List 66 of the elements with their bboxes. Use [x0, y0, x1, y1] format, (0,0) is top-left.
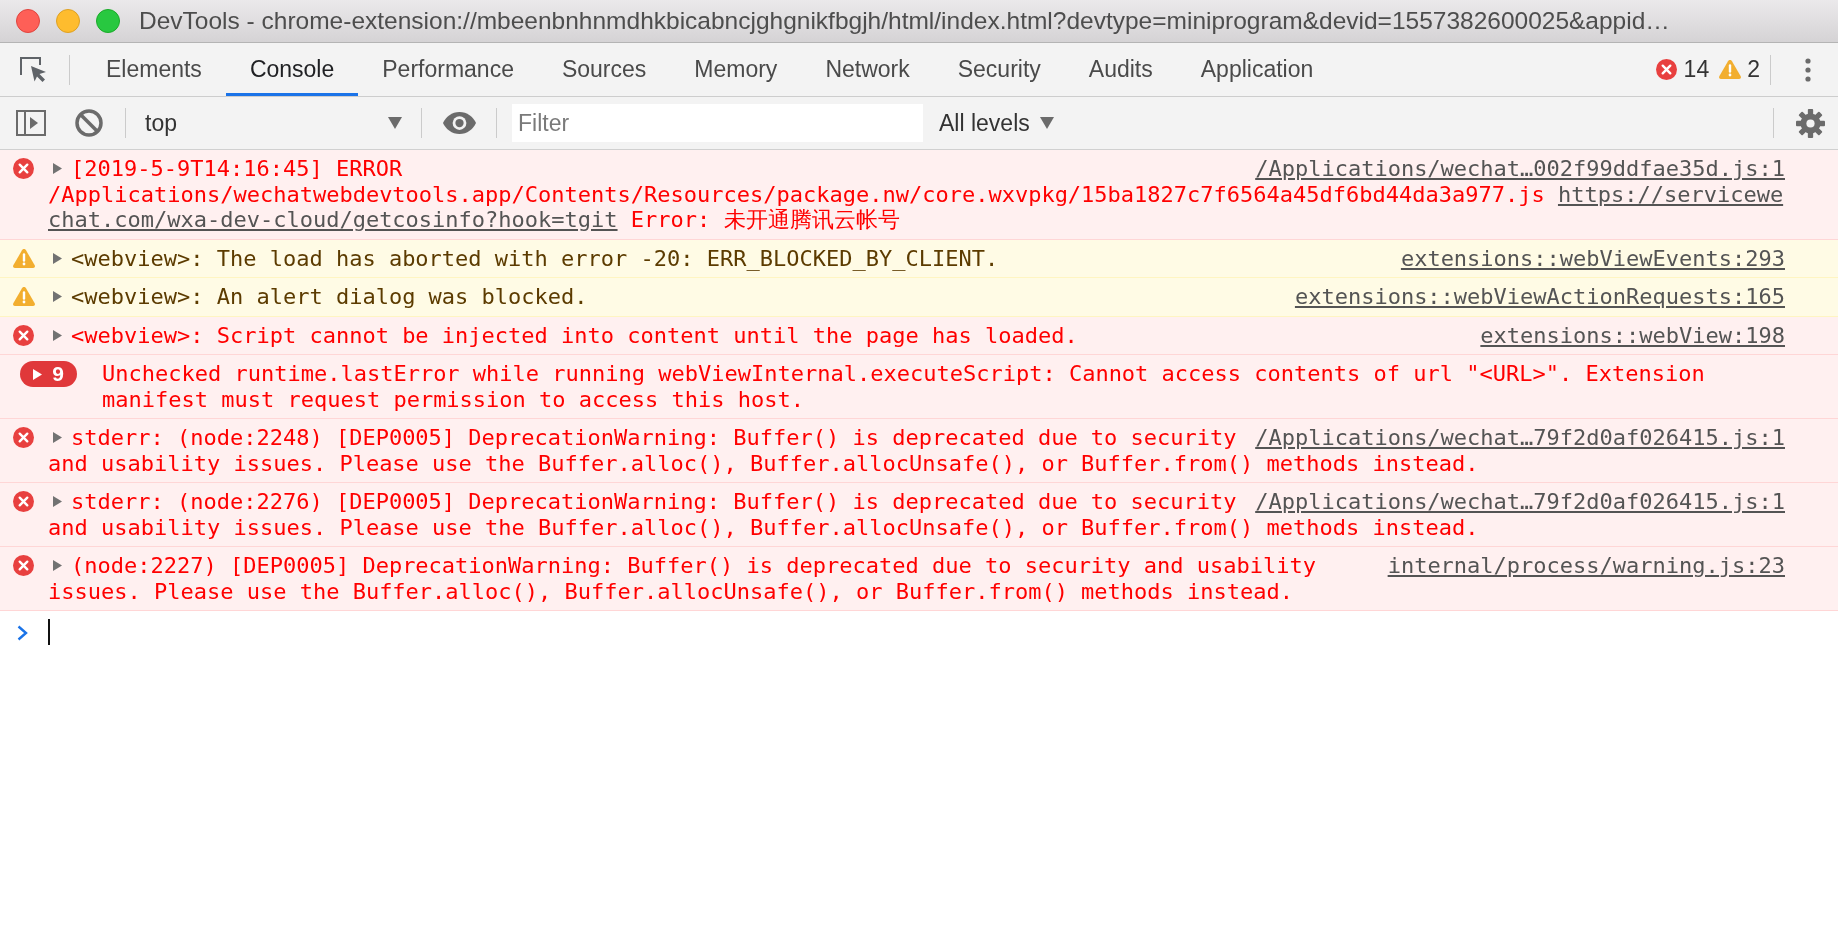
- message-text: <webview>: An alert dialog was blocked.: [71, 284, 588, 310]
- repeat-count: 9: [52, 361, 64, 387]
- message-text: and usability issues. Please use the Buffer.alloc(), Buffer.allocUnsafe(), or Buffer.from() methods instead.: [48, 514, 1479, 540]
- source-link[interactable]: extensions::webViewEvents:293: [1396, 245, 1785, 271]
- panel-tab[interactable]: Security: [933, 43, 1065, 96]
- error-icon: [1655, 59, 1677, 80]
- message-text: and usability issues. Please use the Buffer.alloc(), Buffer.allocUnsafe(), or Buffer.from() methods instead.: [48, 450, 1479, 476]
- expand-triangle-icon[interactable]: [53, 252, 62, 264]
- message-text: (node:2227) [DEP0005] DeprecationWarning: Buffer() is deprecated due to security and usability: [71, 553, 1317, 579]
- error-icon: [13, 555, 34, 576]
- warning-icon: [13, 248, 35, 268]
- expand-triangle-icon[interactable]: [53, 496, 62, 508]
- source-link[interactable]: /Applications/wechat…79f2d0af026415.js:1: [1251, 489, 1785, 515]
- expand-triangle-icon[interactable]: [53, 329, 62, 341]
- source-link[interactable]: /Applications/wechat…79f2d0af026415.js:1: [1251, 425, 1785, 451]
- more-options-icon[interactable]: [1805, 57, 1811, 82]
- source-link[interactable]: /Applications/wechat…002f99ddfae35d.js:1: [1251, 156, 1785, 182]
- caret-icon: [1039, 117, 1054, 129]
- panel-tab[interactable]: Network: [801, 43, 934, 96]
- message-text: chat.com/wxa-dev-cloud/getcosinfo?hook=tgit Error: 未开通腾讯云帐号: [48, 207, 900, 233]
- expand-triangle-icon[interactable]: [53, 432, 62, 444]
- inspect-element-icon[interactable]: [20, 57, 47, 82]
- message-link[interactable]: https://servicewe: [1557, 181, 1784, 207]
- message-text: /Applications/wechatwebdevtools.app/Contents/Resources/package.nw/core.wxvpkg/15ba1827c7f6564a45df6bd44da3a977.js https://servicewe: [48, 181, 1784, 207]
- expand-triangle-icon[interactable]: [53, 291, 62, 303]
- error-icon: [13, 491, 34, 512]
- clear-console-icon[interactable]: [75, 109, 103, 137]
- log-levels-dropdown[interactable]: All levels: [933, 103, 1060, 143]
- panel-tab[interactable]: Elements: [82, 43, 226, 96]
- close-window-icon[interactable]: [16, 9, 40, 33]
- message-text: stderr: (node:2276) [DEP0005] DeprecationWarning: Buffer() is deprecated due to security: [71, 489, 1237, 515]
- context-dropdown[interactable]: top: [136, 103, 406, 143]
- message-text: stderr: (node:2248) [DEP0005] DeprecationWarning: Buffer() is deprecated due to security: [71, 425, 1237, 451]
- filter-field[interactable]: Filter: [512, 104, 923, 142]
- warning-icon: [1719, 60, 1742, 79]
- source-link[interactable]: internal/process/warning.js:23: [1383, 553, 1785, 579]
- error-icon: [13, 324, 34, 346]
- settings-icon[interactable]: [1796, 108, 1825, 138]
- expand-triangle-icon[interactable]: [33, 368, 43, 380]
- message-text: <webview>: Script cannot be injected into content until the page has loaded.: [71, 322, 1078, 348]
- expand-triangle-icon[interactable]: [53, 560, 62, 572]
- prompt-chevron-icon: [17, 625, 28, 641]
- panel-tab[interactable]: Sources: [537, 43, 671, 96]
- source-link[interactable]: extensions::webViewActionRequests:165: [1290, 284, 1785, 310]
- panel-tab[interactable]: Performance: [358, 43, 538, 96]
- message-text: <webview>: The load has aborted with error -20: ERR_BLOCKED_BY_CLIENT.: [71, 245, 999, 271]
- sidebar-toggle-icon[interactable]: [16, 110, 46, 136]
- message-text: manifest must request permission to access this host.: [102, 386, 804, 412]
- error-icon: [13, 158, 34, 179]
- caret-icon: [388, 117, 402, 129]
- source-link[interactable]: extensions::webView:198: [1476, 322, 1785, 348]
- eye-icon[interactable]: [443, 112, 476, 134]
- message-link[interactable]: chat.com/wxa-dev-cloud/getcosinfo?hook=tgit: [48, 207, 618, 232]
- maximize-window-icon[interactable]: [96, 9, 120, 33]
- error-count: 14: [1683, 55, 1710, 85]
- message-text: Unchecked runtime.lastError while running webViewInternal.executeScript: Cannot access contents of url "<URL>". Extension: [102, 361, 1705, 387]
- message-text: [2019-5-9T14:16:45] ERROR: [71, 156, 403, 182]
- warning-count: 2: [1747, 55, 1760, 85]
- panel-tab[interactable]: Audits: [1064, 43, 1177, 96]
- message-text: issues. Please use the Buffer.alloc(), Buffer.allocUnsafe(), or Buffer.from() methods instead.: [48, 578, 1294, 604]
- warning-icon: [13, 287, 35, 306]
- window-title: DevTools - chrome-extension://mbeenbnhnmdhkbicabncjghgnikfbgjh/html/index.html?devtype=miniprogram&devid=1557382600025&appid…: [139, 5, 1670, 36]
- expand-triangle-icon[interactable]: [53, 163, 62, 175]
- panel-tab[interactable]: Application: [1176, 43, 1338, 96]
- panel-tab[interactable]: Memory: [670, 43, 802, 96]
- error-icon: [13, 427, 34, 448]
